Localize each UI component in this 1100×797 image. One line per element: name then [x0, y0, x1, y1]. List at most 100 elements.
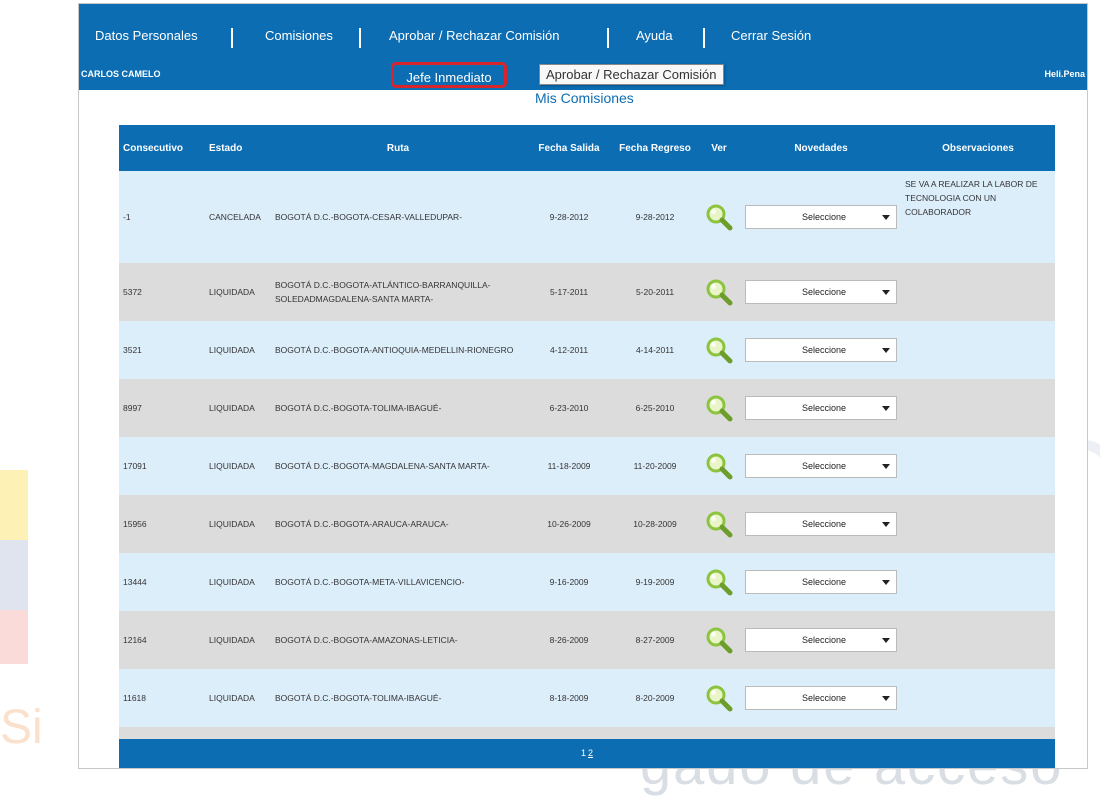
header-fecha-regreso: Fecha Regreso [613, 125, 697, 171]
nav-aprobar-rechazar[interactable]: Aprobar / Rechazar Comisión [389, 28, 560, 43]
table-header-row: Consecutivo Estado Ruta Fecha Salida Fec… [119, 125, 1055, 171]
cell-ruta: BOGOTÁ D.C.-BOGOTA-TOLIMA-IBAGUÉ- [271, 379, 525, 437]
cell-fecha-regreso: 9-19-2009 [613, 553, 697, 611]
novedades-select-value: Seleccione [801, 693, 847, 703]
nav-separator [359, 28, 361, 48]
magnifier-icon[interactable] [704, 277, 734, 307]
cell-observaciones [901, 437, 1055, 495]
cell-consecutivo: 11618 [119, 669, 205, 727]
novedades-select[interactable]: Seleccione [745, 686, 897, 710]
magnifier-icon[interactable] [704, 451, 734, 481]
novedades-select-value: Seleccione [801, 635, 847, 645]
nav-cerrar-sesion[interactable]: Cerrar Sesión [731, 28, 811, 43]
page-2-link[interactable]: 2 [588, 748, 593, 758]
cell-fecha-salida: 11-18-2009 [525, 437, 613, 495]
cell-fecha-regreso: 10-28-2009 [613, 495, 697, 553]
cell-observaciones: SE VA A REALIZAR LA LABOR DE TECNOLOGIA … [901, 171, 1055, 263]
nav-separator [231, 28, 233, 48]
cell-ruta: BOGOTÁ D.C.-BOGOTA-TOLIMA-IBAGUÉ- [271, 669, 525, 727]
cell-observaciones [901, 321, 1055, 379]
cell-observaciones [901, 263, 1055, 321]
magnifier-icon[interactable] [704, 509, 734, 539]
novedades-select[interactable]: Seleccione [745, 512, 897, 536]
cell-consecutivo: 17091 [119, 437, 205, 495]
chevron-down-icon [882, 638, 890, 643]
cell-ver [697, 669, 741, 727]
nav-comisiones[interactable]: Comisiones [265, 28, 333, 43]
table-row: 13444 LIQUIDADA BOGOTÁ D.C.-BOGOTA-META-VI… [119, 553, 1055, 611]
cell-novedades: Seleccione [741, 495, 901, 553]
nav-separator [607, 28, 609, 48]
cell-estado: LIQUIDADA [205, 263, 271, 321]
cell-fecha-regreso: 6-25-2010 [613, 379, 697, 437]
cell-fecha-salida: 8-18-2009 [525, 669, 613, 727]
nav-separator [703, 28, 705, 48]
cell-ruta: BOGOTÁ D.C.-BOGOTA-ANTIOQUIA-MEDELLIN-RI… [271, 321, 525, 379]
cell-estado: LIQUIDADA [205, 611, 271, 669]
cell-consecutivo: -1 [119, 171, 205, 263]
watermark-stripe-yellow [0, 470, 28, 540]
cell-novedades: Seleccione [741, 263, 901, 321]
table-row: 3521 LIQUIDADA BOGOTÁ D.C.-BOGOTA-ANTIOQUI… [119, 321, 1055, 379]
cell-estado: LIQUIDADA [205, 669, 271, 727]
user-name-left: CARLOS CAMELO [81, 69, 161, 79]
chevron-down-icon [882, 522, 890, 527]
cell-observaciones [901, 611, 1055, 669]
cell-fecha-salida: 10-26-2009 [525, 495, 613, 553]
chevron-down-icon [882, 215, 890, 220]
cell-ver [697, 321, 741, 379]
cell-fecha-regreso: 4-14-2011 [613, 321, 697, 379]
magnifier-icon[interactable] [704, 335, 734, 365]
cell-ver [697, 379, 741, 437]
cell-consecutivo: 13444 [119, 553, 205, 611]
table-row: 15956 LIQUIDADA BOGOTÁ D.C.-BOGOTA-ARAUCA-… [119, 495, 1055, 553]
novedades-select[interactable]: Seleccione [745, 338, 897, 362]
cell-ruta: BOGOTÁ D.C.-BOGOTA-AMAZONAS-LETICIA- [271, 611, 525, 669]
magnifier-icon[interactable] [704, 625, 734, 655]
novedades-select-value: Seleccione [801, 212, 847, 222]
magnifier-icon[interactable] [704, 683, 734, 713]
app-frame: Datos Personales Comisiones Aprobar / Re… [78, 3, 1088, 769]
novedades-select-value: Seleccione [801, 403, 847, 413]
magnifier-icon[interactable] [704, 202, 734, 232]
table-row: 8997 LIQUIDADA BOGOTÁ D.C.-BOGOTA-TOLIMA-I… [119, 379, 1055, 437]
watermark-text-left: Si [0, 701, 43, 754]
chevron-down-icon [882, 348, 890, 353]
header-novedades: Novedades [741, 125, 901, 171]
table-row: -1 CANCELADA BOGOTÁ D.C.-BOGOTA-CESAR-VALL… [119, 171, 1055, 263]
watermark-stripe-blue [0, 540, 28, 610]
cell-fecha-regreso: 11-20-2009 [613, 437, 697, 495]
chevron-down-icon [882, 464, 890, 469]
cell-novedades: Seleccione [741, 379, 901, 437]
page-1-link[interactable]: 1 [581, 748, 586, 758]
cell-fecha-salida: 4-12-2011 [525, 321, 613, 379]
chevron-down-icon [882, 406, 890, 411]
magnifier-icon[interactable] [704, 393, 734, 423]
nav-ayuda[interactable]: Ayuda [636, 28, 673, 43]
jefe-inmediato-button[interactable]: Jefe Inmediato [391, 62, 507, 88]
cell-estado: LIQUIDADA [205, 495, 271, 553]
novedades-select[interactable]: Seleccione [745, 205, 897, 229]
novedades-select-value: Seleccione [801, 345, 847, 355]
table-row: 5372 LIQUIDADA BOGOTÁ D.C.-BOGOTA-ATLÁNTIC… [119, 263, 1055, 321]
novedades-select[interactable]: Seleccione [745, 628, 897, 652]
cell-estado: LIQUIDADA [205, 437, 271, 495]
nav-datos-personales[interactable]: Datos Personales [95, 28, 198, 43]
cell-observaciones [901, 379, 1055, 437]
cell-consecutivo: 15956 [119, 495, 205, 553]
table-row: 12164 LIQUIDADA BOGOTÁ D.C.-BOGOTA-AMAZONA… [119, 611, 1055, 669]
cell-estado: LIQUIDADA [205, 379, 271, 437]
cell-novedades: Seleccione [741, 321, 901, 379]
novedades-select[interactable]: Seleccione [745, 570, 897, 594]
header-estado: Estado [205, 125, 271, 171]
magnifier-icon[interactable] [704, 567, 734, 597]
novedades-select[interactable]: Seleccione [745, 454, 897, 478]
cell-novedades: Seleccione [741, 611, 901, 669]
novedades-select[interactable]: Seleccione [745, 396, 897, 420]
header-consecutivo: Consecutivo [119, 125, 205, 171]
cell-novedades: Seleccione [741, 669, 901, 727]
novedades-select[interactable]: Seleccione [745, 280, 897, 304]
cell-fecha-regreso: 5-20-2011 [613, 263, 697, 321]
pagination: 12 [119, 739, 1055, 768]
cell-ver [697, 611, 741, 669]
